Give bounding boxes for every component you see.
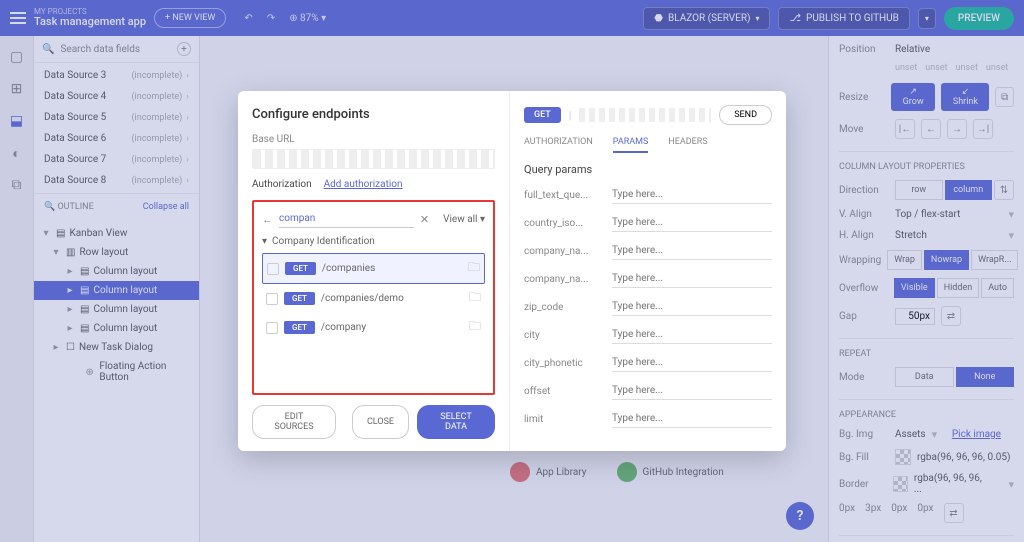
param-value-input[interactable] — [612, 186, 772, 204]
view-all-dropdown[interactable]: View all ▾ — [443, 214, 485, 225]
modal-left-pane: Configure endpoints Base URL Authorizati… — [238, 91, 510, 451]
query-param-row: company_na... — [524, 242, 772, 260]
endpoint-checkbox[interactable] — [266, 322, 278, 334]
param-key: city — [524, 330, 604, 341]
endpoint-checkbox[interactable] — [267, 263, 279, 275]
endpoint-search-input[interactable] — [279, 210, 414, 228]
tab-params[interactable]: PARAMS — [613, 137, 649, 153]
param-value-input[interactable] — [612, 382, 772, 400]
back-icon[interactable]: ← — [262, 213, 273, 226]
tab-authorization[interactable]: AUTHORIZATION — [524, 137, 593, 153]
modal-title: Configure endpoints — [252, 107, 495, 122]
param-value-input[interactable] — [612, 270, 772, 288]
endpoint-checkbox[interactable] — [266, 293, 278, 305]
endpoint-row[interactable]: GET/company🗀 — [262, 313, 485, 342]
modal-overlay: Configure endpoints Base URL Authorizati… — [0, 0, 1024, 542]
param-value-input[interactable] — [612, 242, 772, 260]
base-url-label: Base URL — [252, 134, 495, 145]
query-param-row: zip_code — [524, 298, 772, 316]
param-key: company_na... — [524, 274, 604, 285]
endpoint-row[interactable]: GET/companies/demo🗀 — [262, 284, 485, 313]
query-param-row: city — [524, 326, 772, 344]
endpoints-highlight-box: ← ✕ View all ▾ ▾ Company Identification … — [252, 200, 495, 395]
edit-sources-button[interactable]: EDIT SOURCES — [252, 405, 336, 439]
select-data-button[interactable]: SELECT DATA — [417, 405, 495, 439]
authorization-label: Authorization — [252, 179, 312, 190]
endpoint-url-input[interactable] — [579, 108, 711, 122]
endpoint-group[interactable]: ▾ Company Identification — [262, 236, 485, 247]
query-param-row: offset — [524, 382, 772, 400]
query-params-title: Query params — [524, 163, 772, 176]
configure-endpoints-modal: Configure endpoints Base URL Authorizati… — [238, 91, 786, 451]
param-key: full_text_que... — [524, 190, 604, 201]
query-param-row: full_text_que... — [524, 186, 772, 204]
chevron-down-icon: ▾ — [262, 236, 267, 247]
param-key: zip_code — [524, 302, 604, 313]
param-key: offset — [524, 386, 604, 397]
folder-icon[interactable]: 🗀 — [469, 288, 481, 309]
query-params-list: full_text_que... country_iso... company_na… — [524, 186, 772, 437]
param-value-input[interactable] — [612, 214, 772, 232]
endpoint-row[interactable]: GET/companies🗀 — [262, 253, 485, 284]
close-button[interactable]: CLOSE — [352, 405, 409, 439]
query-param-row: city_phonetic — [524, 354, 772, 372]
param-value-input[interactable] — [612, 410, 772, 428]
folder-icon[interactable]: 🗀 — [468, 258, 480, 279]
tab-headers[interactable]: HEADERS — [668, 137, 707, 153]
clear-search-icon[interactable]: ✕ — [420, 213, 429, 226]
param-key: company_na... — [524, 246, 604, 257]
param-value-input[interactable] — [612, 354, 772, 372]
query-param-row: limit — [524, 410, 772, 428]
param-value-input[interactable] — [612, 298, 772, 316]
query-param-row: company_na... — [524, 270, 772, 288]
query-param-row: country_iso... — [524, 214, 772, 232]
param-key: country_iso... — [524, 218, 604, 229]
base-url-input[interactable] — [252, 149, 495, 169]
param-value-input[interactable] — [612, 326, 772, 344]
param-key: city_phonetic — [524, 358, 604, 369]
method-pill[interactable]: GET — [524, 107, 561, 123]
add-authorization-link[interactable]: Add authorization — [324, 179, 403, 190]
modal-right-pane: GET | SEND AUTHORIZATION PARAMS HEADERS … — [510, 91, 786, 451]
send-button[interactable]: SEND — [719, 105, 772, 125]
param-key: limit — [524, 414, 604, 425]
folder-icon[interactable]: 🗀 — [469, 317, 481, 338]
